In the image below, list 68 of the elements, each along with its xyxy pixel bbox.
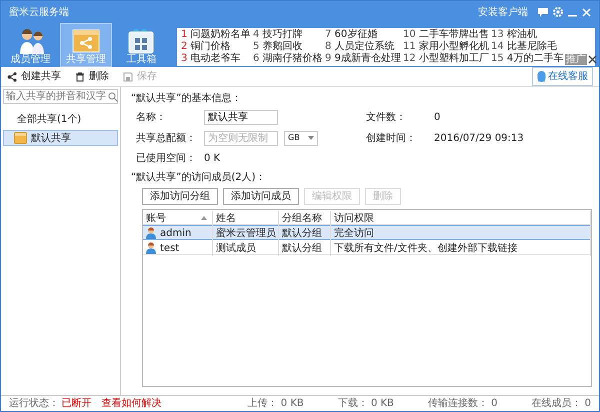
feedback-icon[interactable] <box>538 8 548 16</box>
search-field[interactable]: 输入共享的拼音和汉字 <box>3 89 118 104</box>
help-link[interactable]: 查看如何解决 <box>102 396 162 411</box>
ad-link[interactable]: 5 养鹅回收 <box>252 41 325 53</box>
close-icon[interactable] <box>588 54 597 64</box>
field-value: 2016/07/29 09:13 <box>434 132 524 146</box>
unit-dropdown[interactable]: GB <box>284 130 318 146</box>
ad-link[interactable]: 13 榨油机 <box>490 29 565 41</box>
ad-link[interactable]: 10 二手车带牌出售 <box>402 29 491 41</box>
table-cell-text: 蜜米云管理员 <box>216 226 276 240</box>
window-title: 蜜米云服务端 <box>9 6 69 20</box>
folder-icon <box>14 132 27 144</box>
ad-link[interactable]: 9 9成新青仓处理 <box>324 53 403 65</box>
sort-icon <box>201 216 207 220</box>
caret-icon <box>308 136 314 140</box>
ad-link[interactable]: 14 比基尼除毛 <box>490 41 565 53</box>
action-button[interactable]: 添加访问分组 <box>142 188 218 204</box>
field-label: 共享总配额： <box>136 132 197 146</box>
table-row[interactable]: admin 蜜米云管理员 默认分组 完全访问 <box>143 224 591 240</box>
ad-link[interactable]: 6 湖南仔猪价格 <box>252 53 325 65</box>
field-label: 文件数： <box>366 110 407 125</box>
ad-tag: 推广 <box>564 54 587 64</box>
name-field[interactable]: 默认共享 <box>204 110 278 125</box>
ad-link[interactable]: 7 60岁征婚 <box>324 29 403 41</box>
field-value: 0 K <box>204 152 220 166</box>
field-label: 名称： <box>136 111 167 125</box>
table-cell-text: test <box>160 242 180 256</box>
toolbar-button[interactable]: 删除 <box>75 69 109 84</box>
table-cell-text: 完全访问 <box>334 226 374 240</box>
settings-icon[interactable] <box>553 7 563 17</box>
table-cell-text: 下载所有文件/文件夹、创建外部下载链接 <box>334 242 518 256</box>
status-stat: 下载： 0 KB <box>338 396 394 411</box>
user-icon <box>146 227 156 239</box>
field-value: 0 <box>434 111 440 125</box>
user-icon <box>146 242 156 254</box>
toolbar-button[interactable]: 创建共享 <box>7 69 61 84</box>
search-icon <box>108 92 118 102</box>
tree-root-item[interactable]: 全部共享(1个) <box>1 106 120 127</box>
ad-link[interactable]: 12 小型塑料加工厂 <box>402 53 491 65</box>
ad-link[interactable]: 11 家用小型孵化机 <box>402 41 491 53</box>
status-stat: 传输连接数： 0 <box>428 396 498 411</box>
save-icon <box>123 72 133 82</box>
table-cell-text: 默认分组 <box>282 242 322 256</box>
section-heading: “默认共享”的访问成员(2人)： <box>131 170 267 185</box>
support-button[interactable]: 在线客服 <box>532 67 593 86</box>
table-cell-text: 默认分组 <box>282 226 322 240</box>
status-label: 运行状态： <box>9 396 59 411</box>
section-heading: “默认共享”的基本信息： <box>131 92 242 106</box>
status-stat: 上传： 0 KB <box>248 396 304 411</box>
ad-link[interactable]: 3 电动老爷车 <box>180 53 253 65</box>
field-label: 创建时间： <box>366 132 417 146</box>
ad-link[interactable]: 8 人员定位系统 <box>324 41 403 53</box>
ad-link[interactable]: 15 4万的二手车 <box>490 53 565 65</box>
table-row[interactable]: test 测试成员 默认分组 下载所有文件/文件夹、创建外部下载链接 <box>143 240 591 254</box>
ad-link[interactable]: 2 铜门价格 <box>180 41 253 53</box>
status-value: 已断开 <box>62 396 92 411</box>
table-cell-text: admin <box>160 226 192 240</box>
ad-link[interactable]: 1 问题奶粉名单 <box>180 29 253 41</box>
table-cell-text: 测试成员 <box>216 242 256 256</box>
toolbox-icon <box>127 26 156 54</box>
action-button[interactable]: 添加访问成员 <box>223 188 299 204</box>
tree-item[interactable]: 默认共享 <box>3 130 118 146</box>
field-label: 已使用空间： <box>136 152 197 166</box>
trash-icon <box>75 72 85 82</box>
quota-field[interactable]: 为空则无限制 <box>204 130 278 146</box>
ad-link[interactable]: 4 技巧打牌 <box>252 29 325 41</box>
status-stat: 在线成员： 0 <box>531 396 591 411</box>
share-icon <box>7 72 17 82</box>
